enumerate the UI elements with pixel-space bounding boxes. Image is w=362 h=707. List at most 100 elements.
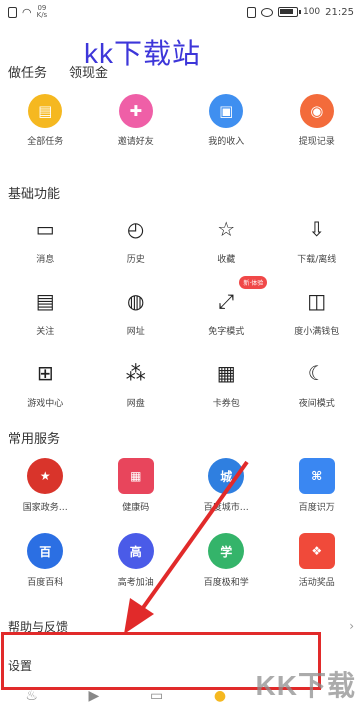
task-item-withdraw[interactable]: ◉ 提现记录 bbox=[272, 94, 362, 147]
basic-section-title: 基础功能 bbox=[8, 187, 61, 202]
income-icon: ▣ bbox=[209, 94, 244, 128]
basic-item-label: 下载/离线 bbox=[297, 255, 337, 265]
service-item-study[interactable]: 学 百度极和学 bbox=[181, 533, 272, 588]
basic-item-message[interactable]: ▭ 消息 bbox=[0, 212, 91, 265]
task-list-icon: ▤ bbox=[28, 94, 63, 128]
nav-list-icon[interactable]: ▭ bbox=[150, 688, 163, 704]
basic-item-label: 关注 bbox=[36, 327, 55, 337]
basic-item-label: 免字模式 bbox=[208, 327, 245, 337]
scan-icon: ⌘ bbox=[298, 458, 335, 494]
download-icon: ⇩ bbox=[308, 217, 326, 241]
basic-item-label: 消息 bbox=[36, 255, 55, 265]
star-icon: ☆ bbox=[217, 217, 236, 241]
service-label: 活动奖品 bbox=[298, 578, 335, 588]
basic-item-download[interactable]: ⇩ 下载/离线 bbox=[272, 212, 362, 265]
gamepad-icon: ⊞ bbox=[36, 361, 54, 385]
service-item-baike[interactable]: 百 百度百科 bbox=[0, 533, 91, 588]
services-section-title: 常用服务 bbox=[8, 432, 61, 447]
network-speed-unit: K/s bbox=[36, 11, 48, 19]
wallet-icon: ◫ bbox=[307, 289, 327, 313]
basic-item-label: 夜间模式 bbox=[298, 399, 335, 409]
corner-logo: KK下载 bbox=[255, 670, 356, 701]
task-label: 邀请好友 bbox=[117, 137, 154, 147]
service-label: 国家政务… bbox=[22, 503, 68, 513]
message-icon: ▭ bbox=[35, 217, 55, 241]
task-item-invite[interactable]: ✚ 邀请好友 bbox=[91, 94, 182, 147]
nav-video-icon[interactable]: ▶ bbox=[89, 688, 100, 704]
basic-item-mode[interactable]: ⤢ 新·体验 免字模式 bbox=[181, 276, 272, 337]
task-item-income[interactable]: ▣ 我的收入 bbox=[181, 94, 272, 147]
basic-item-game-center[interactable]: ⊞ 游戏中心 bbox=[0, 356, 91, 409]
coupon-icon: ▦ bbox=[216, 361, 236, 385]
status-left: ◠ 09 K/s bbox=[8, 5, 47, 19]
chevron-right-icon: › bbox=[349, 619, 354, 633]
wifi-icon: ◠ bbox=[22, 5, 32, 19]
task-tabs: 做任务 领现金 bbox=[8, 62, 108, 81]
mode-icon: ⤢ 新·体验 bbox=[209, 276, 268, 318]
clock-time: 21:25 bbox=[325, 6, 354, 18]
baike-icon: 百 bbox=[27, 533, 64, 569]
service-label: 百度城市… bbox=[203, 503, 249, 513]
basic-item-night-mode[interactable]: ☾ 夜间模式 bbox=[272, 356, 362, 409]
basic-item-label: 网址 bbox=[126, 327, 145, 337]
status-bar: ◠ 09 K/s 100 21:25 bbox=[0, 0, 362, 24]
service-label: 高考加油 bbox=[117, 578, 154, 588]
basic-item-follow[interactable]: ▤ 关注 bbox=[0, 284, 91, 337]
basic-item-wallet[interactable]: ◫ 度小满钱包 bbox=[272, 284, 362, 337]
basic-item-label: 游戏中心 bbox=[27, 399, 64, 409]
service-item-gaokao[interactable]: 高 高考加油 bbox=[91, 533, 182, 588]
basic-item-label: 收藏 bbox=[217, 255, 236, 265]
network-speed: 09 K/s bbox=[37, 5, 48, 19]
basic-item-label: 网盘 bbox=[126, 399, 145, 409]
service-label: 百度识万 bbox=[298, 503, 335, 513]
sim-card-icon bbox=[8, 6, 17, 18]
status-right: 100 21:25 bbox=[246, 6, 354, 18]
basic-item-label: 卡券包 bbox=[212, 399, 240, 409]
basic-item-favorites[interactable]: ☆ 收藏 bbox=[181, 212, 272, 265]
basic-item-history[interactable]: ◴ 历史 bbox=[91, 212, 182, 265]
gaokao-icon: 高 bbox=[117, 533, 154, 569]
new-badge: 新·体验 bbox=[239, 276, 268, 289]
eye-icon bbox=[260, 7, 273, 17]
basic-item-label: 度小满钱包 bbox=[294, 327, 340, 337]
task-item-all[interactable]: ▤ 全部任务 bbox=[0, 94, 91, 147]
tab-tasks[interactable]: 做任务 bbox=[8, 62, 47, 81]
services-grid: ★ 国家政务… ▦ 健康码 城 百度城市… ⌘ 百度识万 百 百度百科 高 高考… bbox=[0, 458, 362, 588]
gift-icon: ❖ bbox=[298, 533, 335, 569]
task-label: 我的收入 bbox=[208, 137, 245, 147]
basic-item-cloud-disk[interactable]: ⁂ 网盘 bbox=[91, 356, 182, 409]
service-item-prizes[interactable]: ❖ 活动奖品 bbox=[272, 533, 362, 588]
battery-level: 100 bbox=[302, 7, 321, 17]
task-label: 全部任务 bbox=[27, 137, 64, 147]
nav-home-icon[interactable]: ♨ bbox=[25, 688, 38, 704]
cloud-disk-icon: ⁂ bbox=[125, 361, 146, 385]
basic-item-website[interactable]: ◍ 网址 bbox=[91, 284, 182, 337]
basic-item-coupon[interactable]: ▦ 卡券包 bbox=[181, 356, 272, 409]
battery-icon bbox=[277, 7, 301, 17]
service-item-city[interactable]: 城 百度城市… bbox=[181, 458, 272, 513]
withdraw-record-icon: ◉ bbox=[299, 94, 334, 128]
nav-profile-icon[interactable]: ● bbox=[214, 688, 226, 704]
task-label: 提现记录 bbox=[298, 137, 335, 147]
task-grid: ▤ 全部任务 ✚ 邀请好友 ▣ 我的收入 ◉ 提现记录 bbox=[0, 94, 362, 147]
service-item-health-code[interactable]: ▦ 健康码 bbox=[91, 458, 182, 513]
tab-cash[interactable]: 领现金 bbox=[69, 62, 108, 81]
mode-glyph: ⤢ bbox=[218, 289, 235, 313]
follow-icon: ▤ bbox=[35, 289, 55, 313]
city-service-icon: 城 bbox=[208, 458, 245, 494]
service-item-recognize[interactable]: ⌘ 百度识万 bbox=[272, 458, 362, 513]
clock-icon: ◴ bbox=[127, 217, 145, 241]
service-item-government[interactable]: ★ 国家政务… bbox=[0, 458, 91, 513]
national-emblem-icon: ★ bbox=[27, 458, 64, 494]
globe-icon: ◍ bbox=[127, 289, 145, 313]
nfc-icon bbox=[246, 6, 256, 18]
study-icon: 学 bbox=[208, 533, 245, 569]
basic-grid: ▭ 消息 ◴ 历史 ☆ 收藏 ⇩ 下载/离线 ▤ 关注 ◍ 网址 ⤢ 新·体验 … bbox=[0, 212, 362, 409]
service-label: 百度极和学 bbox=[203, 578, 249, 588]
service-label: 健康码 bbox=[122, 503, 150, 513]
health-code-icon: ▦ bbox=[117, 458, 154, 494]
service-label: 百度百科 bbox=[27, 578, 64, 588]
moon-icon: ☾ bbox=[307, 361, 326, 385]
invite-friend-icon: ✚ bbox=[118, 94, 153, 128]
basic-item-label: 历史 bbox=[126, 255, 145, 265]
